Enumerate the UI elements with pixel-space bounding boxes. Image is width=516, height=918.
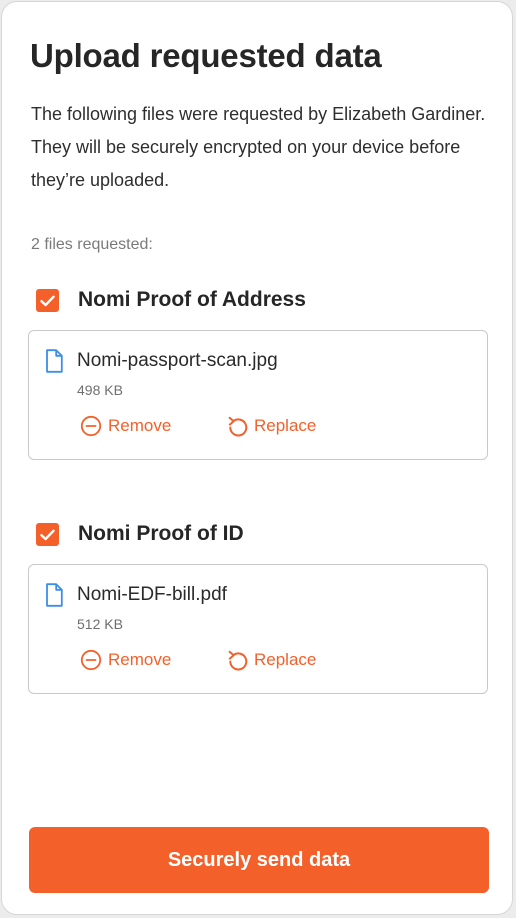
request-title-proof-of-id: Nomi Proof of ID xyxy=(78,522,244,545)
minus-circle-icon xyxy=(80,649,102,671)
remove-label: Remove xyxy=(108,650,172,669)
securely-send-data-button[interactable]: Securely send data xyxy=(29,827,489,893)
file-card-proof-of-address: Nomi-passport-scan.jpg 498 KB Remove Rep… xyxy=(28,330,488,460)
request-checkbox-proof-of-id[interactable] xyxy=(36,523,59,546)
replace-button[interactable]: Replace xyxy=(226,415,316,437)
minus-circle-icon xyxy=(80,415,102,437)
file-size: 498 KB xyxy=(77,382,123,398)
file-icon xyxy=(45,349,63,373)
file-card-proof-of-id: Nomi-EDF-bill.pdf 512 KB Remove Replace xyxy=(28,564,488,694)
replace-button[interactable]: Replace xyxy=(226,649,316,671)
page-description: The following files were requested by El… xyxy=(31,104,486,190)
files-requested-count: 2 files requested: xyxy=(31,236,153,253)
refresh-icon xyxy=(226,415,248,437)
file-icon xyxy=(45,583,63,607)
request-title-proof-of-address: Nomi Proof of Address xyxy=(78,288,306,311)
checkmark-icon xyxy=(40,295,55,306)
file-size: 512 KB xyxy=(77,616,123,632)
refresh-icon xyxy=(226,649,248,671)
upload-card: Upload requested data The following file… xyxy=(1,1,513,915)
request-checkbox-proof-of-address[interactable] xyxy=(36,289,59,312)
remove-button[interactable]: Remove xyxy=(80,415,171,437)
replace-label: Replace xyxy=(254,650,317,669)
file-name: Nomi-EDF-bill.pdf xyxy=(77,584,227,605)
remove-button[interactable]: Remove xyxy=(80,649,171,671)
checkmark-icon xyxy=(40,529,55,540)
file-name: Nomi-passport-scan.jpg xyxy=(77,350,278,371)
remove-label: Remove xyxy=(108,416,172,435)
page-title: Upload requested data xyxy=(30,37,382,74)
replace-label: Replace xyxy=(254,416,317,435)
